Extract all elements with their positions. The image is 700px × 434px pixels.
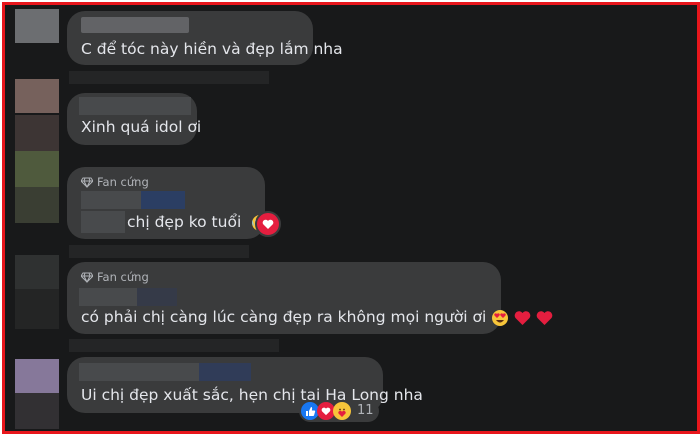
blurred-author-name bbox=[141, 191, 185, 209]
blurred-author-name bbox=[199, 363, 251, 381]
reaction-count: 11 bbox=[357, 403, 374, 418]
blurred-author-name[interactable] bbox=[81, 191, 141, 209]
comment-bubble: Xinh quá idol ơi bbox=[67, 93, 201, 145]
avatar[interactable] bbox=[15, 151, 59, 187]
avatar[interactable] bbox=[15, 79, 59, 113]
blurred-author-name[interactable] bbox=[79, 288, 137, 306]
avatar[interactable] bbox=[15, 359, 59, 393]
comment-text: có phải chị càng lúc càng đẹp ra không m… bbox=[81, 308, 553, 327]
comment-text: chị đẹp ko tuổi bbox=[127, 213, 242, 231]
heart-eyes-emoji-icon bbox=[492, 309, 509, 326]
comment-text: chị đẹp ko tuổi bbox=[127, 213, 269, 232]
blurred-comment-actions bbox=[69, 71, 269, 84]
diamond-icon bbox=[81, 177, 93, 188]
badge-label: Fan cứng bbox=[97, 175, 149, 189]
comment-text: Xinh quá idol ơi bbox=[81, 118, 202, 136]
badge-label: Fan cứng bbox=[97, 270, 149, 284]
blurred-author-name bbox=[137, 288, 177, 306]
blurred-mention bbox=[81, 211, 125, 233]
blurred-area bbox=[15, 187, 59, 223]
blurred-area bbox=[15, 289, 59, 329]
blurred-author-name[interactable] bbox=[79, 363, 199, 381]
comment-bubble: C để tóc này hiền và đẹp lắm nha bbox=[67, 11, 343, 65]
diamond-icon bbox=[81, 272, 93, 283]
avatar[interactable] bbox=[15, 9, 59, 43]
red-heart-emoji-icon bbox=[514, 310, 531, 325]
comment-bubble: Fan cứng có phải chị càng lúc càng đẹp r… bbox=[67, 262, 553, 334]
blurred-comment-actions bbox=[69, 339, 279, 352]
screenshot-frame: C để tóc này hiền và đẹp lắm nha Xinh qu… bbox=[2, 2, 700, 434]
reaction-summary[interactable]: 11 bbox=[299, 400, 379, 422]
blurred-author-name[interactable] bbox=[81, 17, 189, 33]
care-reaction-icon bbox=[333, 402, 351, 420]
blurred-area bbox=[15, 115, 59, 151]
top-fan-badge: Fan cứng bbox=[81, 175, 149, 189]
avatar[interactable] bbox=[15, 255, 59, 289]
comment-bubble: Fan cứng chị đẹp ko tuổi bbox=[67, 167, 269, 239]
blurred-comment-actions bbox=[69, 245, 249, 258]
top-fan-badge: Fan cứng bbox=[81, 270, 149, 284]
blurred-author-name[interactable] bbox=[79, 97, 191, 115]
comment-text: có phải chị càng lúc càng đẹp ra không m… bbox=[81, 308, 487, 326]
comment-text: C để tóc này hiền và đẹp lắm nha bbox=[81, 40, 343, 58]
heart-reaction-icon[interactable] bbox=[255, 211, 281, 237]
blurred-area bbox=[15, 393, 59, 429]
red-heart-emoji-icon bbox=[536, 310, 553, 325]
